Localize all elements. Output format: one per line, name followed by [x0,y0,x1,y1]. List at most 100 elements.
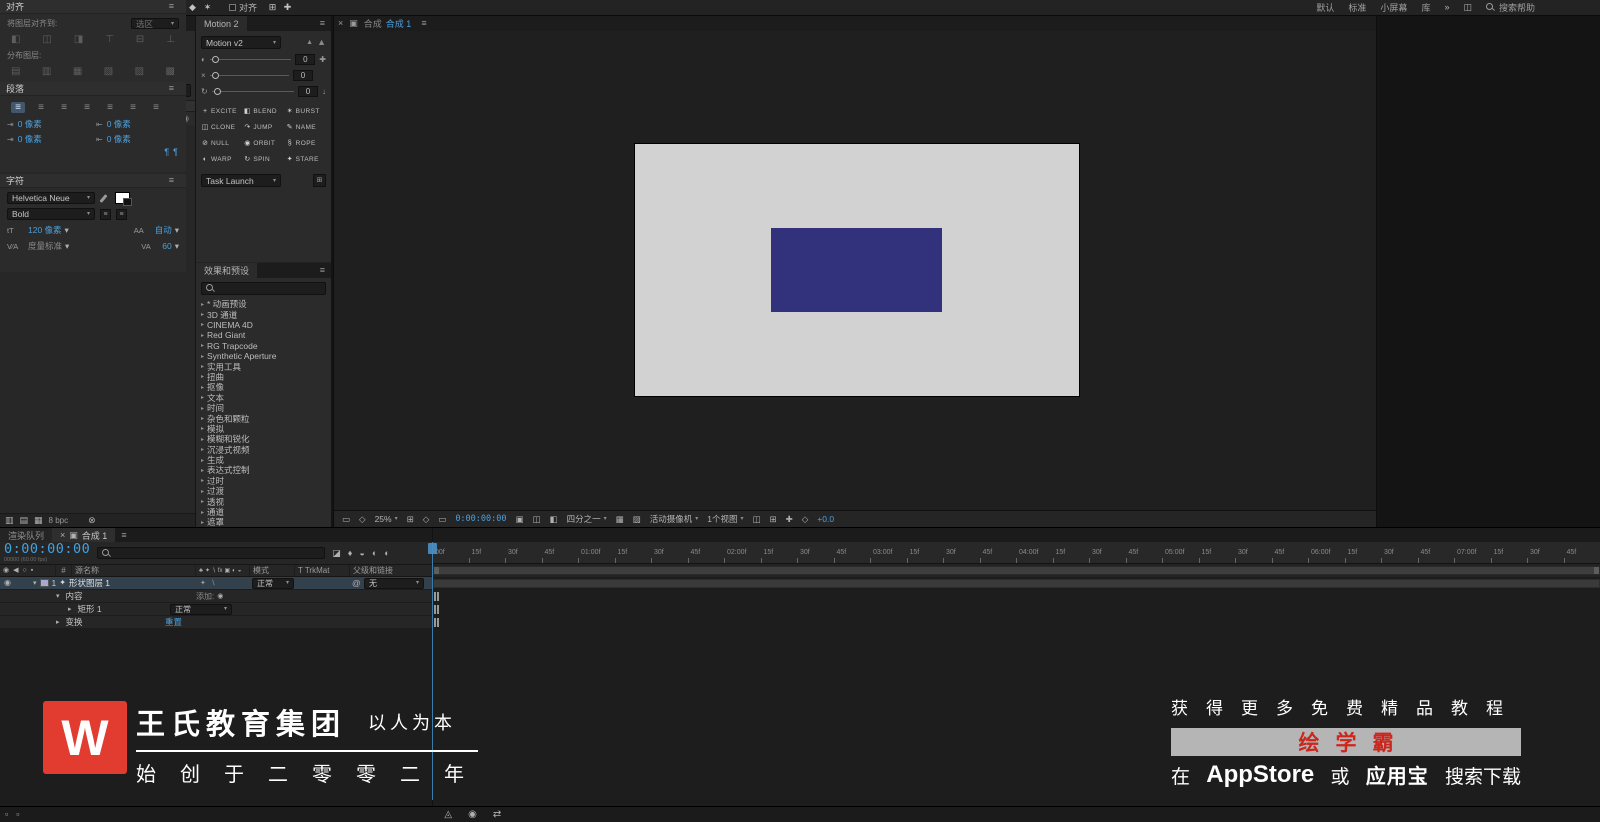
twirl-closed-icon[interactable]: ▸ [201,519,204,526]
tab-motion2[interactable]: Motion 2 [196,16,247,31]
text-align-center-icon[interactable]: ≡ [34,102,48,113]
toggle-inout-pane-icon[interactable]: ⇄ [493,809,501,820]
workspace-item[interactable]: 标准 [1348,1,1366,14]
motion-button-excite[interactable]: + EXCITE [201,105,241,117]
panel-menu-icon[interactable]: ≡ [163,84,180,93]
motion-button-clone[interactable]: ◫ CLONE [201,121,241,133]
align-header[interactable]: 对齐 ≡ [0,0,186,14]
layer-color-chip[interactable] [39,579,49,587]
fill-color-swatch[interactable] [115,192,132,206]
quality-icon[interactable]: ∖ [211,580,215,587]
align-left-icon[interactable]: ◧ [11,35,20,45]
shape-rectangle[interactable] [771,228,942,312]
distribute-bottom-icon[interactable]: ▦ [73,67,82,77]
slider-b-icon[interactable]: × [201,71,206,80]
pixel-aspect-icon[interactable]: ⊞ [770,515,777,524]
always-preview-icon[interactable]: ▭ [342,515,350,524]
bpc-label[interactable]: 8 bpc [49,516,69,525]
motion-button-blend[interactable]: ◧ BLEND [243,105,283,117]
slider-value-2[interactable]: 0 [293,70,313,81]
collapse-icon[interactable]: ✦ [200,580,206,587]
work-area-bar[interactable] [433,566,1600,575]
view-layout-icon[interactable]: ◫ [752,515,760,524]
roto-brush-tool-button[interactable]: ◆ [185,3,200,12]
hide-shy-layers-icon[interactable]: ◒ [359,548,364,558]
font-family-select[interactable]: Helvetica Neue ▾ [7,192,95,204]
justify-all-icon[interactable]: ≡ [149,102,163,113]
distribute-left-icon[interactable]: ▧ [104,67,113,77]
kerning-value[interactable]: 度量标准 ▾ [28,240,69,252]
preview-time[interactable]: 0:00:00:00 [455,514,506,524]
grid-guides-icon[interactable]: ⊞ [407,515,414,524]
zoom-menu[interactable]: 25% ▾ [375,514,398,524]
twirl-closed-icon[interactable]: ▸ [201,394,204,401]
panel-menu-icon[interactable]: ≡ [415,16,432,31]
twirl-closed-icon[interactable]: ▸ [201,436,204,443]
motion-button-jump[interactable]: ↷ JUMP [243,121,283,133]
distribute-top-icon[interactable]: ▤ [11,67,20,77]
toggle-switches-pane-icon[interactable]: ◬ [444,809,452,820]
twirl-open-icon[interactable]: ▾ [33,580,37,587]
parent-link-column[interactable]: 父级和链接 [350,565,432,576]
slider-track-2[interactable] [209,70,289,81]
mountain-small-icon[interactable]: ▲ [306,39,313,46]
parent-pickwhip-icon[interactable]: @ [352,579,361,588]
twirl-closed-icon[interactable]: ▸ [201,311,204,318]
twirl-open-icon[interactable]: ▾ [56,593,60,600]
twirl-closed-icon[interactable]: ▸ [201,373,204,380]
mountain-large-icon[interactable]: ▲ [317,38,326,47]
twirl-closed-icon[interactable]: ▸ [201,425,204,432]
workspace-item[interactable]: 默认 [1316,1,1334,14]
anchor-icon[interactable]: ✚ [319,55,326,64]
mode-column[interactable]: 模式 [250,565,295,576]
motion-preset-select[interactable]: Motion v2 ▾ [201,36,281,49]
font-style-select[interactable]: Bold ▾ [7,208,95,220]
twirl-closed-icon[interactable]: ▸ [201,446,204,453]
tab-composition[interactable]: 合成 合成 1 [360,16,416,31]
align-center-horizontal-icon[interactable]: ◫ [42,35,51,45]
effects-search-input[interactable] [201,282,326,295]
faux-bold-button[interactable]: ≡ [100,208,111,220]
eye-icon[interactable]: ◉ [4,579,11,587]
text-align-right-icon[interactable]: ≡ [57,102,71,113]
trkmat-column[interactable]: T TrkMat [295,565,350,576]
reset-link[interactable]: 重置 [165,616,182,628]
exposure-value[interactable]: +0.0 [817,514,834,524]
timeline-search-input[interactable] [97,547,326,559]
trash-icon[interactable]: ⊗ [88,516,96,525]
viewer-stage[interactable] [334,31,1376,510]
composition-canvas[interactable] [634,143,1080,397]
tab-effects-presets[interactable]: 效果和预设 [196,263,258,278]
slider-value-3[interactable]: 0 [298,86,318,97]
current-time-display[interactable]: 0:00:00:00 00000 (60.00 fps) [4,542,90,563]
layer-row-1[interactable]: ◉ ▾ 1 ✦ 形状图层 1 ✦ ∖ 正常 ▾ @ 无 ▾ [0,577,432,590]
align-to-select[interactable]: 选区 ▾ [131,18,179,29]
tab-comp-1[interactable]: × ▣ 合成 1 [52,528,116,542]
twirl-closed-icon[interactable]: ▸ [201,509,204,516]
timeline-ruler[interactable]: 00f 15f 30f 45f 01:00f 15f 30f 45f 02:00f 15f 30f 4… [432,542,1600,564]
tracking-value[interactable]: 60 ▾ [162,241,179,251]
snap-guides-icon[interactable]: ✚ [280,3,295,12]
distribute-vertical-center-icon[interactable]: ▥ [42,67,51,77]
panel-menu-icon[interactable]: ≡ [314,263,331,278]
work-area-track[interactable] [432,564,1600,577]
twirl-closed-icon[interactable]: ▸ [201,363,204,370]
show-channel-icon[interactable]: ◧ [550,515,558,524]
tab-render-queue[interactable]: 渲染队列 [0,528,53,542]
icon-view-icon[interactable]: ▤ [20,516,29,525]
font-size-value[interactable]: 120 像素 ▾ [28,224,69,236]
leading-value[interactable]: 自动 ▾ [155,224,179,236]
motion-button-burst[interactable]: ✶ BURST [286,105,326,117]
workspace-item[interactable]: 小屏幕 [1380,1,1407,14]
slider-value-1[interactable]: 0 [295,54,316,65]
snap-option[interactable]: 对齐 [229,1,257,14]
panel-menu-icon[interactable]: ≡ [163,2,180,11]
text-align-left-icon[interactable]: ≡ [11,102,25,113]
property-row-contents[interactable]: ▾ 内容 添加: ◉ [0,590,432,603]
list-view-icon[interactable]: ▥ [5,516,14,525]
work-area-end-handle[interactable] [1594,567,1599,574]
guides-icon[interactable]: ✚ [786,515,793,524]
camera-menu[interactable]: 活动摄像机 ▾ [650,513,699,525]
layer-name[interactable]: 形状图层 1 [69,577,110,589]
property-row-transform[interactable]: ▸ 变换 重置 [0,616,432,629]
